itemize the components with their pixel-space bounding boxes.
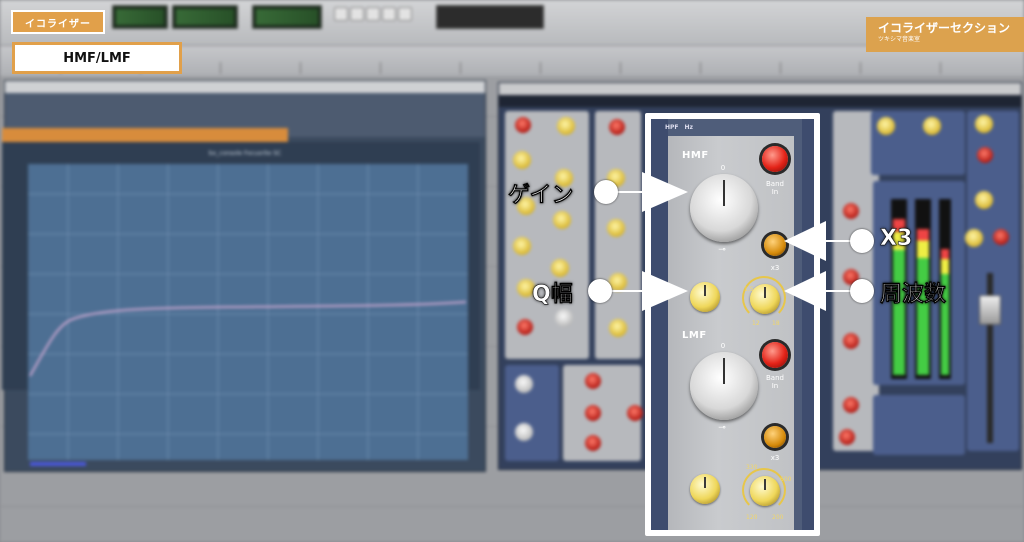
x3-annotation: X3 xyxy=(880,226,913,251)
q-pointer-dot xyxy=(588,279,612,303)
frequency-pointer-dot xyxy=(850,279,874,303)
frequency-annotation: 周波数 xyxy=(880,282,947,307)
gain-annotation: ゲイン xyxy=(508,183,574,208)
gain-pointer-dot xyxy=(594,180,618,204)
screen: bx_console Focusrite SC イコライザー HMF/LMF イ… xyxy=(0,0,1024,542)
x3-pointer-dot xyxy=(850,229,874,253)
q-annotation: Q幅 xyxy=(532,282,573,307)
annotation-arrows xyxy=(612,172,852,311)
